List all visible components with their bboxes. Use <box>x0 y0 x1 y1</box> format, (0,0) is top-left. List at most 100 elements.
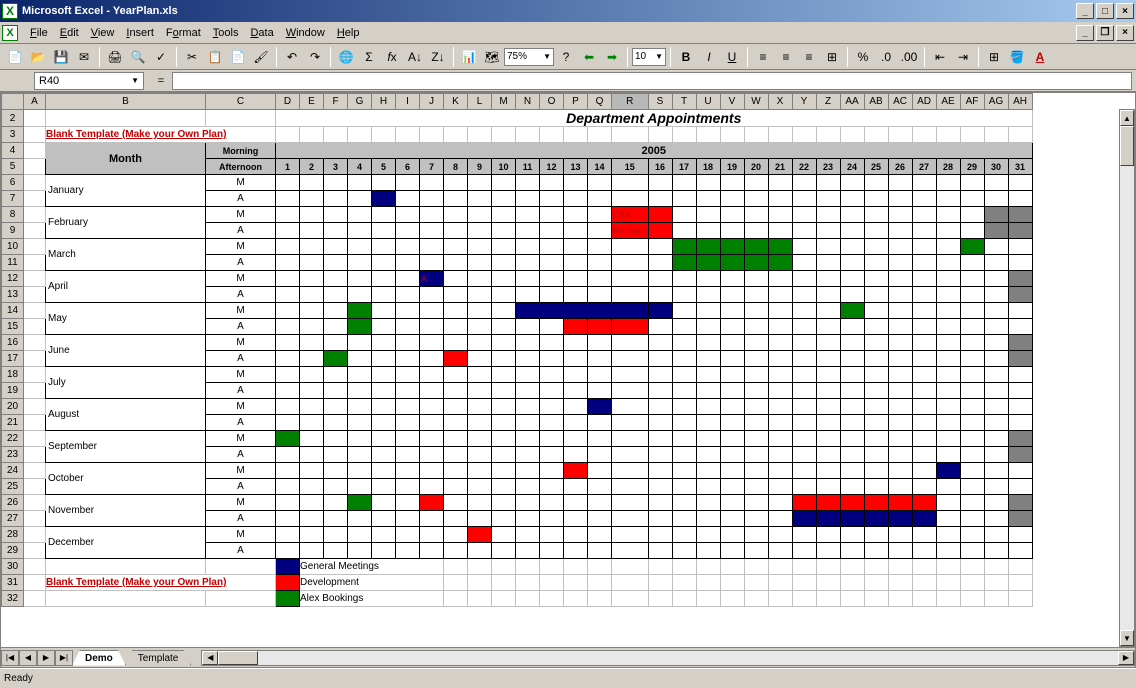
day-cell[interactable] <box>696 303 720 319</box>
day-cell[interactable] <box>396 367 420 383</box>
day-cell[interactable] <box>936 511 960 527</box>
day-cell[interactable] <box>492 447 516 463</box>
day-cell[interactable] <box>696 463 720 479</box>
day-cell[interactable] <box>588 543 612 559</box>
day-cell[interactable] <box>1008 239 1032 255</box>
day-cell[interactable] <box>696 367 720 383</box>
doc-close-button[interactable]: × <box>1116 25 1134 41</box>
day-cell[interactable] <box>276 431 300 447</box>
day-cell[interactable] <box>444 351 468 367</box>
day-cell[interactable] <box>276 191 300 207</box>
day-cell[interactable] <box>696 255 720 271</box>
day-cell[interactable] <box>960 431 984 447</box>
day-cell[interactable] <box>696 511 720 527</box>
day-cell[interactable] <box>864 335 888 351</box>
day-cell[interactable] <box>792 431 816 447</box>
day-cell[interactable] <box>744 175 768 191</box>
day-cell[interactable] <box>864 223 888 239</box>
row-header-19[interactable]: 19 <box>2 383 24 399</box>
day-cell[interactable] <box>444 495 468 511</box>
day-cell[interactable] <box>396 415 420 431</box>
day-cell[interactable] <box>396 543 420 559</box>
day-cell[interactable] <box>984 367 1008 383</box>
day-cell[interactable] <box>936 223 960 239</box>
day-cell[interactable] <box>960 399 984 415</box>
day-cell[interactable] <box>276 207 300 223</box>
day-cell[interactable] <box>792 207 816 223</box>
day-cell[interactable] <box>840 207 864 223</box>
day-cell[interactable] <box>564 303 588 319</box>
day-cell[interactable] <box>720 527 744 543</box>
day-cell[interactable] <box>468 511 492 527</box>
day-cell[interactable] <box>420 511 444 527</box>
day-cell[interactable] <box>720 383 744 399</box>
day-cell[interactable] <box>888 271 912 287</box>
day-cell[interactable] <box>648 255 672 271</box>
day-cell[interactable] <box>792 335 816 351</box>
day-cell[interactable] <box>372 415 396 431</box>
day-cell[interactable] <box>564 447 588 463</box>
day-cell[interactable] <box>468 463 492 479</box>
row-header-12[interactable]: 12 <box>2 271 24 287</box>
day-cell[interactable] <box>792 351 816 367</box>
day-cell[interactable] <box>720 175 744 191</box>
print-preview-icon[interactable]: 🔍 <box>127 46 149 68</box>
day-cell[interactable] <box>420 527 444 543</box>
col-header-C[interactable]: C <box>206 94 276 110</box>
day-cell[interactable] <box>300 415 324 431</box>
day-cell[interactable]: CTX <box>612 207 649 223</box>
day-cell[interactable] <box>888 223 912 239</box>
day-cell[interactable] <box>768 287 792 303</box>
day-cell[interactable] <box>864 511 888 527</box>
day-cell[interactable] <box>648 223 672 239</box>
row-header-8[interactable]: 8 <box>2 207 24 223</box>
day-cell[interactable] <box>696 495 720 511</box>
day-cell[interactable] <box>912 207 936 223</box>
day-cell[interactable] <box>744 335 768 351</box>
day-cell[interactable] <box>300 335 324 351</box>
day-cell[interactable] <box>744 431 768 447</box>
horizontal-scrollbar[interactable]: ◀ ▶ <box>201 650 1135 666</box>
day-cell[interactable] <box>696 415 720 431</box>
day-cell[interactable] <box>492 335 516 351</box>
day-cell[interactable] <box>960 543 984 559</box>
day-cell[interactable] <box>672 527 696 543</box>
day-cell[interactable] <box>888 319 912 335</box>
day-cell[interactable] <box>888 415 912 431</box>
menu-view[interactable]: View <box>85 25 121 41</box>
day-cell[interactable] <box>396 223 420 239</box>
paste-icon[interactable]: 📄 <box>227 46 249 68</box>
day-cell[interactable] <box>1008 367 1032 383</box>
day-cell[interactable] <box>492 527 516 543</box>
day-cell[interactable] <box>516 223 540 239</box>
day-cell[interactable] <box>468 191 492 207</box>
day-cell[interactable] <box>372 319 396 335</box>
day-cell[interactable] <box>276 271 300 287</box>
day-cell[interactable] <box>300 207 324 223</box>
bold-icon[interactable]: B <box>675 46 697 68</box>
day-cell[interactable] <box>468 287 492 303</box>
scroll-right-icon[interactable]: ▶ <box>1118 651 1134 665</box>
col-header-T[interactable]: T <box>672 94 696 110</box>
day-cell[interactable] <box>468 319 492 335</box>
day-cell[interactable] <box>672 447 696 463</box>
chart-icon[interactable]: 📊 <box>458 46 480 68</box>
col-header-B[interactable]: B <box>46 94 206 110</box>
day-cell[interactable] <box>864 319 888 335</box>
day-cell[interactable] <box>372 527 396 543</box>
day-cell[interactable] <box>468 415 492 431</box>
day-cell[interactable] <box>672 223 696 239</box>
day-cell[interactable] <box>348 431 372 447</box>
day-cell[interactable] <box>888 287 912 303</box>
mail-icon[interactable]: ✉ <box>73 46 95 68</box>
day-cell[interactable] <box>768 239 792 255</box>
day-cell[interactable] <box>396 207 420 223</box>
day-cell[interactable] <box>300 175 324 191</box>
day-cell[interactable] <box>372 255 396 271</box>
day-cell[interactable] <box>1008 495 1032 511</box>
day-cell[interactable] <box>396 351 420 367</box>
day-cell[interactable] <box>936 527 960 543</box>
day-cell[interactable] <box>960 495 984 511</box>
day-cell[interactable] <box>960 287 984 303</box>
day-cell[interactable] <box>540 207 564 223</box>
